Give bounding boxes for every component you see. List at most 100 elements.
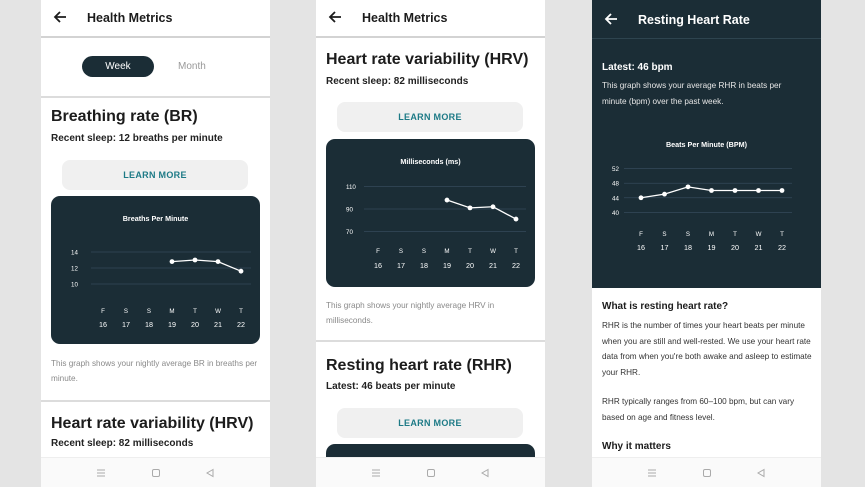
data-point: [732, 188, 738, 193]
data-point: [467, 205, 473, 211]
hrv-title: Heart rate variability (HRV): [51, 415, 254, 432]
x-date-label: 20: [466, 261, 474, 270]
back-arrow-icon[interactable]: [52, 9, 68, 25]
x-date-label: 18: [420, 261, 428, 270]
data-point: [238, 268, 244, 274]
data-point: [709, 188, 714, 193]
week-toggle[interactable]: Week: [82, 56, 154, 77]
page-title: Health Metrics: [87, 11, 173, 25]
system-nav-bar: [592, 457, 821, 487]
data-point: [662, 191, 667, 197]
y-tick-label: 110: [346, 184, 356, 191]
nav-back-icon[interactable]: [480, 468, 490, 478]
recent-apps-icon[interactable]: [371, 468, 381, 478]
x-day-label: W: [490, 248, 496, 255]
home-icon[interactable]: [426, 468, 436, 478]
x-day-label: T: [468, 248, 472, 255]
y-tick-label: 44: [612, 195, 619, 202]
home-icon[interactable]: [151, 468, 161, 478]
learn-more-button[interactable]: LEARN MORE: [62, 160, 248, 190]
hrv-chart-card: Milliseconds (ms) 70 90 110 F 16 S 17 S 18 M 19 T 20 W…: [326, 139, 535, 287]
x-date-label: 22: [512, 261, 520, 270]
data-point: [638, 195, 644, 201]
recent-apps-icon[interactable]: [96, 468, 106, 478]
header-divider: [592, 38, 821, 39]
x-date-label: 21: [489, 261, 497, 270]
y-tick-label: 10: [71, 282, 78, 289]
x-date-label: 19: [168, 320, 176, 329]
x-date-label: 19: [708, 243, 716, 252]
learn-more-button[interactable]: LEARN MORE: [337, 408, 523, 438]
data-point: [490, 204, 496, 210]
back-arrow-icon[interactable]: [603, 11, 619, 27]
x-day-label: F: [101, 308, 105, 315]
section-divider: [41, 400, 270, 402]
x-day-label: T: [733, 231, 737, 238]
y-tick-label: 48: [612, 181, 619, 188]
home-icon[interactable]: [702, 468, 712, 478]
y-tick-label: 70: [346, 229, 353, 236]
back-arrow-icon[interactable]: [327, 9, 343, 25]
recent-apps-icon[interactable]: [647, 468, 657, 478]
section-divider: [316, 340, 545, 342]
page-title: Resting Heart Rate: [638, 13, 750, 27]
x-date-label: 17: [397, 261, 405, 270]
br-title: Breathing rate (BR): [51, 108, 198, 125]
x-day-label: T: [780, 231, 784, 238]
chart-title: Breaths Per Minute: [123, 214, 189, 223]
x-day-label: T: [514, 248, 518, 255]
data-point: [169, 259, 175, 264]
learn-more-button[interactable]: LEARN MORE: [337, 102, 523, 132]
phone-screen-resting-heart-rate: Resting Heart Rate Latest: 46 bpm This g…: [592, 0, 821, 487]
y-tick-label: 12: [71, 266, 78, 273]
nav-back-icon[interactable]: [205, 468, 215, 478]
what-is-rhr-heading: What is resting heart rate?: [602, 301, 729, 312]
series-line: [171, 259, 242, 272]
x-day-label: W: [756, 231, 762, 238]
chart-title: Milliseconds (ms): [400, 157, 461, 166]
rhr-title: Resting heart rate (RHR): [326, 357, 512, 374]
y-tick-label: 90: [346, 207, 353, 214]
hrv-title: Heart rate variability (HRV): [326, 51, 529, 68]
x-date-label: 21: [214, 320, 222, 329]
data-point: [779, 188, 785, 193]
x-day-label: M: [709, 231, 714, 238]
nav-back-icon[interactable]: [756, 468, 766, 478]
x-day-label: S: [422, 248, 426, 255]
data-point: [685, 184, 691, 190]
x-day-label: T: [193, 308, 197, 315]
what-is-rhr-text: RHR is the number of times your heart be…: [602, 321, 812, 377]
data-point: [444, 197, 450, 203]
x-day-label: S: [662, 231, 666, 238]
x-day-label: F: [639, 231, 643, 238]
series-line: [446, 199, 517, 220]
x-date-label: 22: [237, 320, 245, 329]
x-date-label: 20: [731, 243, 739, 252]
y-tick-label: 40: [612, 210, 619, 217]
x-date-label: 17: [122, 320, 130, 329]
phone-screen-health-metrics-scrolled: Health Metrics Heart rate variability (H…: [316, 0, 545, 487]
hrv-subtitle: Recent sleep: 82 milliseconds: [326, 76, 469, 87]
x-date-label: 17: [661, 243, 669, 252]
rhr-latest: Latest: 46 bpm: [602, 62, 673, 73]
rhr-subtitle: Latest: 46 beats per minute: [326, 381, 456, 392]
x-day-label: S: [147, 308, 151, 315]
data-point: [513, 216, 519, 222]
x-day-label: M: [444, 248, 449, 255]
x-date-label: 21: [755, 243, 763, 252]
hrv-chart: Milliseconds (ms) 70 90 110 F 16 S 17 S 18 M 19 T 20 W…: [346, 157, 526, 270]
x-day-label: S: [124, 308, 128, 315]
data-point: [215, 259, 221, 264]
month-toggle[interactable]: Month: [178, 61, 206, 72]
page-title: Health Metrics: [362, 11, 448, 25]
x-day-label: W: [215, 308, 221, 315]
x-day-label: M: [169, 308, 174, 315]
x-day-label: S: [399, 248, 403, 255]
x-day-label: F: [376, 248, 380, 255]
system-nav-bar: [41, 457, 270, 487]
br-subtitle: Recent sleep: 12 breaths per minute: [51, 133, 223, 144]
system-nav-bar: [316, 457, 545, 487]
phone-screen-health-metrics-week: Health Metrics Week Month Breathing rate…: [41, 0, 270, 487]
chart-title: Beats Per Minute (BPM): [666, 140, 748, 149]
x-date-label: 18: [145, 320, 153, 329]
